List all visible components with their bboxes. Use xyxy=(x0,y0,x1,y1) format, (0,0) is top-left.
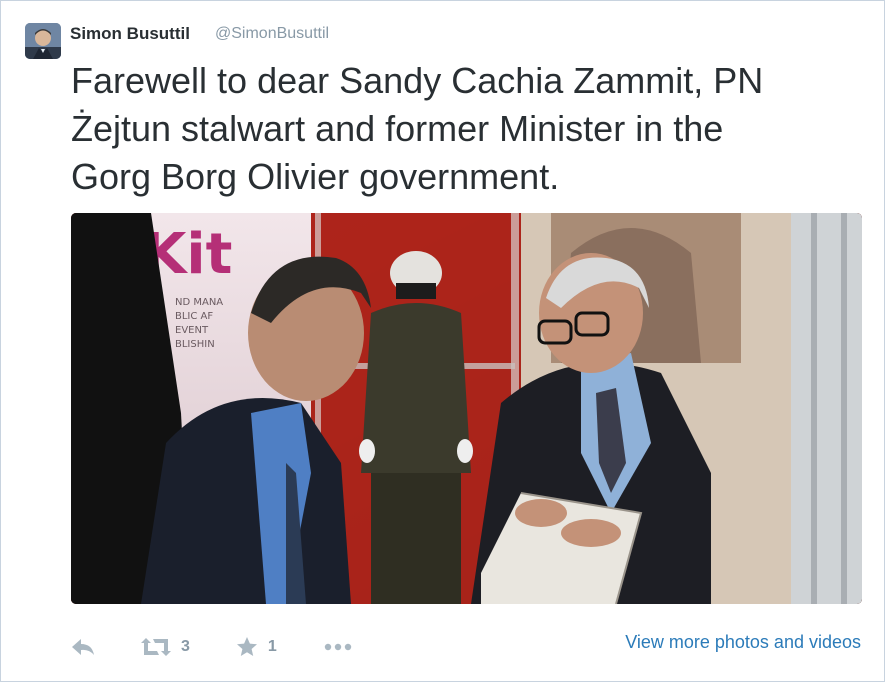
banner-line-3: EVENT xyxy=(175,325,209,336)
more-button[interactable] xyxy=(323,642,353,652)
tweet-text: Farewell to dear Sandy Cachia Zammit, PN… xyxy=(71,60,764,197)
favorite-button[interactable]: 1 xyxy=(236,636,277,658)
more-icon xyxy=(324,643,352,651)
star-icon xyxy=(236,637,257,656)
tweet-photo[interactable]: Kit ND MANA BLIC AF EVENT BLISHIN xyxy=(71,213,862,604)
avatar-image xyxy=(25,23,61,59)
retweet-button[interactable]: 3 xyxy=(141,637,190,657)
view-more-link[interactable]: View more photos and videos xyxy=(625,632,861,653)
banner-line-1: ND MANA xyxy=(175,297,223,308)
favorite-count: 1 xyxy=(267,638,277,655)
retweet-count: 3 xyxy=(181,638,190,655)
tweet-card: Simon Busuttil @SimonBusuttil Farewell t… xyxy=(0,0,885,682)
reply-icon xyxy=(72,639,94,655)
retweet-icon xyxy=(141,638,171,656)
author-name[interactable]: Simon Busuttil xyxy=(70,24,190,44)
reply-button[interactable] xyxy=(71,637,95,657)
photo-image: Kit ND MANA BLIC AF EVENT BLISHIN xyxy=(71,213,862,604)
banner-line-4: BLISHIN xyxy=(175,339,215,350)
banner-line-2: BLIC AF xyxy=(175,311,213,322)
tweet-actions: 3 1 xyxy=(71,633,399,661)
author-handle[interactable]: @SimonBusuttil xyxy=(215,25,329,43)
author-avatar[interactable] xyxy=(25,23,61,59)
